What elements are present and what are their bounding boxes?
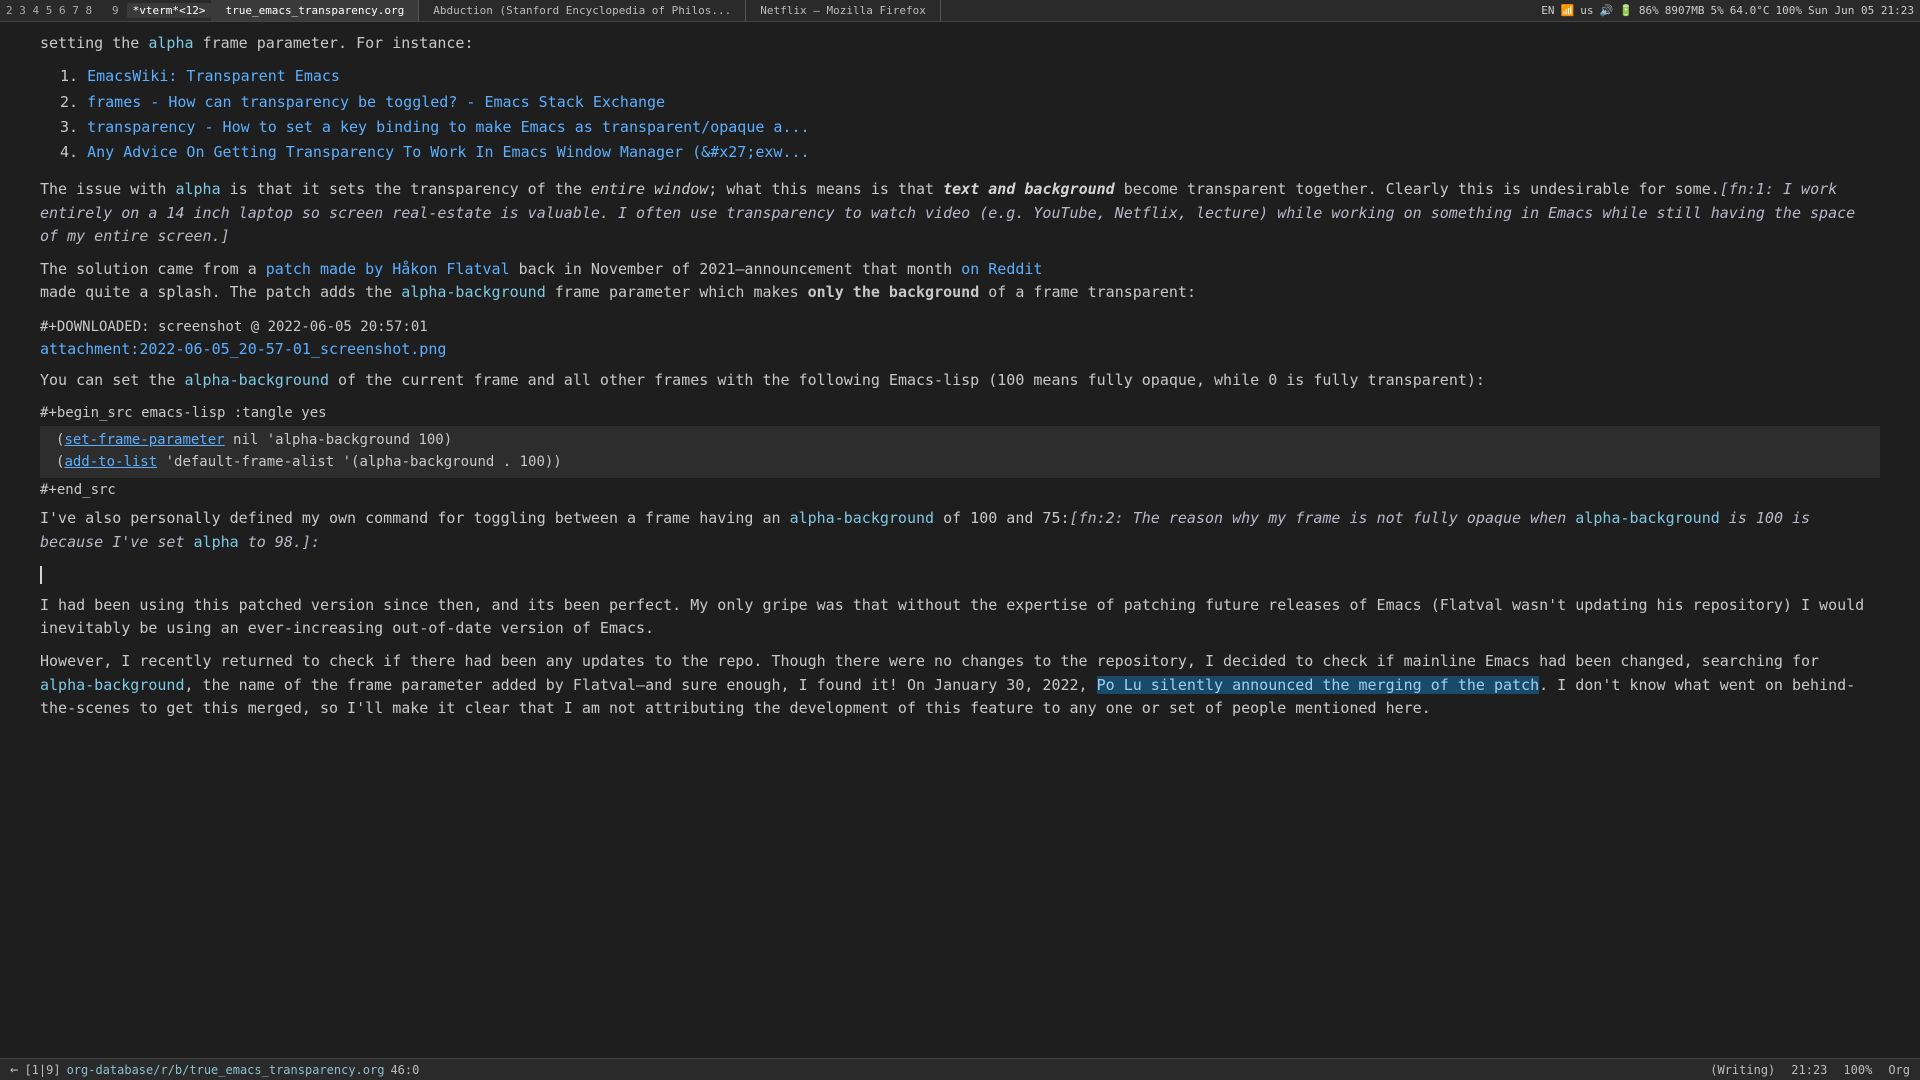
- alpha-background-code-1: alpha-background: [401, 283, 546, 301]
- issue-paragraph: The issue with alpha is that it sets the…: [40, 178, 1880, 248]
- cursor-position: 21:23: [1791, 1063, 1827, 1077]
- list-item-3: 3. transparency - How to set a key bindi…: [60, 116, 1880, 139]
- mode-indicator: Org: [1888, 1063, 1910, 1077]
- link-keybinding[interactable]: transparency - How to set a key binding …: [87, 118, 809, 136]
- content-area[interactable]: setting the alpha frame parameter. For i…: [0, 22, 1920, 1058]
- set-frame-parameter-fn: set-frame-parameter: [64, 432, 224, 448]
- line-col: 46:0: [390, 1063, 419, 1077]
- link-reddit[interactable]: on Reddit: [961, 260, 1042, 278]
- battery-pct: 86%: [1639, 4, 1659, 17]
- list-item-4: 4. Any Advice On Getting Transparency To…: [60, 141, 1880, 164]
- brightness-label: 100%: [1776, 4, 1803, 17]
- volume-icon: 🔊: [1600, 4, 1614, 17]
- footnote-2: [fn:2: The reason why my frame is not fu…: [1070, 509, 1576, 527]
- network-icon: 📶: [1561, 4, 1575, 17]
- return-paragraph: However, I recently returned to check if…: [40, 650, 1880, 720]
- mem-label: 8907MB: [1665, 4, 1705, 17]
- tab-abduction[interactable]: Abduction (Stanford Encyclopedia of Phil…: [419, 0, 746, 21]
- toggle-paragraph: I've also personally defined my own comm…: [40, 507, 1880, 554]
- tab-transparency[interactable]: true_emacs_transparency.org: [211, 0, 419, 21]
- main-area: setting the alpha frame parameter. For i…: [0, 22, 1920, 1058]
- intro-paragraph: setting the alpha frame parameter. For i…: [40, 32, 1880, 55]
- topbar: 2 3 4 5 6 7 8 9 *vterm*<12> true_emacs_t…: [0, 0, 1920, 22]
- downloaded-line: #+DOWNLOADED: screenshot @ 2022-06-05 20…: [40, 315, 1880, 339]
- add-to-list-fn: add-to-list: [64, 454, 157, 470]
- link-stackexchange[interactable]: frames - How can transparency be toggled…: [87, 93, 665, 111]
- alpha-background-code-fn2: alpha-background: [1575, 509, 1720, 527]
- alpha-code-2: alpha: [175, 180, 220, 198]
- attachment-link[interactable]: attachment:2022-06-05_20-57-01_screensho…: [40, 340, 446, 358]
- attachment-link-line: attachment:2022-06-05_20-57-01_screensho…: [40, 338, 1880, 361]
- list-item-2: 2. frames - How can transparency be togg…: [60, 91, 1880, 114]
- workspace-numbers: 2 3 4 5 6 7 8 9: [6, 4, 119, 17]
- volume-label: us: [1580, 4, 1593, 17]
- alpha-code-1: alpha: [148, 34, 193, 52]
- statusbar: ← [1|9] org-database/r/b/true_emacs_tran…: [0, 1058, 1920, 1080]
- set-paragraph: You can set the alpha-background of the …: [40, 369, 1880, 392]
- alpha-background-code-3: alpha-background: [790, 509, 935, 527]
- code-block[interactable]: (set-frame-parameter nil 'alpha-backgrou…: [40, 426, 1880, 477]
- time-display: Sun Jun 05 21:23: [1808, 4, 1914, 17]
- alpha-background-code-2: alpha-background: [185, 371, 330, 389]
- tab-netflix[interactable]: Netflix — Mozilla Firefox: [746, 0, 941, 21]
- battery-icon: 🔋: [1619, 4, 1633, 17]
- begin-src-marker: #+begin_src emacs-lisp :tangle yes: [40, 403, 1880, 425]
- zoom-level: 100%: [1843, 1063, 1872, 1077]
- link-advice[interactable]: Any Advice On Getting Transparency To Wo…: [87, 143, 809, 161]
- term-label[interactable]: *vterm*<12>: [127, 3, 212, 18]
- filename: org-database/r/b/true_emacs_transparency…: [67, 1063, 385, 1077]
- list-item-1: 1. EmacsWiki: Transparent Emacs: [60, 65, 1880, 88]
- temp-label: 64.0°C: [1730, 4, 1770, 17]
- code-block-container: #+begin_src emacs-lisp :tangle yes (set-…: [40, 403, 1880, 502]
- link-po-lu[interactable]: Po Lu silently announced the merging of …: [1097, 676, 1540, 694]
- buffer-info: [1|9]: [24, 1063, 60, 1077]
- write-status: (Writing): [1710, 1063, 1775, 1077]
- cursor-line: [40, 564, 1880, 584]
- mem-pct: 5%: [1711, 4, 1724, 17]
- nav-arrow[interactable]: ←: [10, 1062, 18, 1078]
- code-line-1: (set-frame-parameter nil 'alpha-backgrou…: [56, 430, 1864, 452]
- alpha-background-code-4: alpha-background: [40, 676, 185, 694]
- link-emacswiki[interactable]: EmacsWiki: Transparent Emacs: [87, 67, 340, 85]
- code-line-2: (add-to-list 'default-frame-alist '(alph…: [56, 452, 1864, 474]
- link-patch[interactable]: patch made by Håkon Flatval: [266, 260, 510, 278]
- lang-indicator: EN: [1541, 4, 1554, 17]
- links-list: 1. EmacsWiki: Transparent Emacs 2. frame…: [40, 65, 1880, 164]
- solution-paragraph: The solution came from a patch made by H…: [40, 258, 1880, 305]
- end-src-marker: #+end_src: [40, 480, 1880, 502]
- patch-paragraph: I had been using this patched version si…: [40, 594, 1880, 641]
